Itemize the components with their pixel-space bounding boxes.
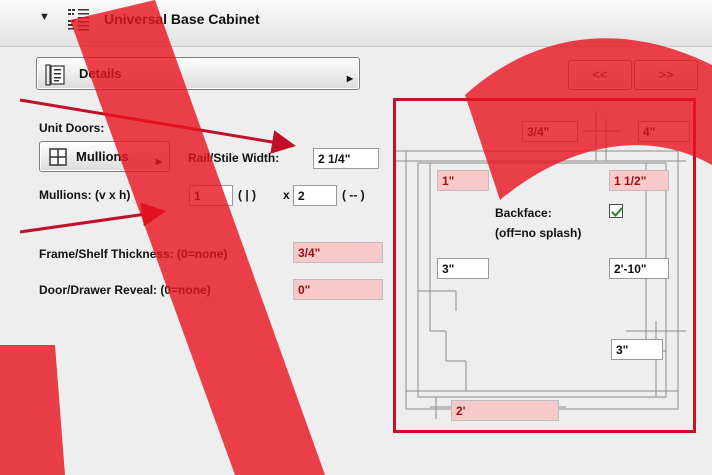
settings-panel: ▼ Universal Base Cabinet Details ▶ << >>… (0, 0, 712, 475)
rail-stile-width-label: Rail/Stile Width: (188, 151, 280, 165)
frame-shelf-thickness-label: Frame/Shelf Thickness: (0=none) (39, 247, 228, 261)
door-drawer-reveal-input[interactable] (293, 279, 383, 300)
mullions-button[interactable]: Mullions ▶ (39, 141, 170, 172)
mullions-vxh-label: Mullions: (v x h) (39, 188, 131, 202)
panel-title: Universal Base Cabinet (104, 11, 260, 27)
details-button-label: Details (79, 66, 122, 81)
frame-shelf-thickness-input[interactable] (293, 242, 383, 263)
dropdown-arrow-icon: ▶ (346, 74, 353, 83)
times-label: x (283, 188, 290, 202)
mullions-button-label: Mullions (76, 149, 129, 164)
previous-page-button[interactable]: << (568, 60, 632, 90)
next-page-button[interactable]: >> (634, 60, 698, 90)
mullions-vertical-input[interactable] (189, 185, 233, 206)
vertical-symbol-label: ( | ) (238, 188, 257, 202)
panel-settings-icon (66, 6, 92, 35)
collapse-triangle-icon[interactable]: ▼ (39, 11, 50, 23)
mullions-horizontal-input[interactable] (293, 185, 337, 206)
details-button[interactable]: Details ▶ (36, 57, 360, 90)
unit-doors-label: Unit Doors: (39, 121, 105, 135)
horizontal-symbol-label: ( -- ) (342, 188, 365, 202)
details-list-icon (45, 64, 67, 89)
callout-arrow (19, 202, 166, 234)
door-drawer-reveal-label: Door/Drawer Reveal: (0=none) (39, 283, 211, 297)
highlight-frame (393, 98, 696, 433)
panel-header: ▼ Universal Base Cabinet (0, 0, 712, 47)
dropdown-arrow-icon: ▶ (155, 157, 162, 166)
rail-stile-width-input[interactable] (313, 148, 379, 169)
mullions-grid-icon (49, 148, 67, 169)
